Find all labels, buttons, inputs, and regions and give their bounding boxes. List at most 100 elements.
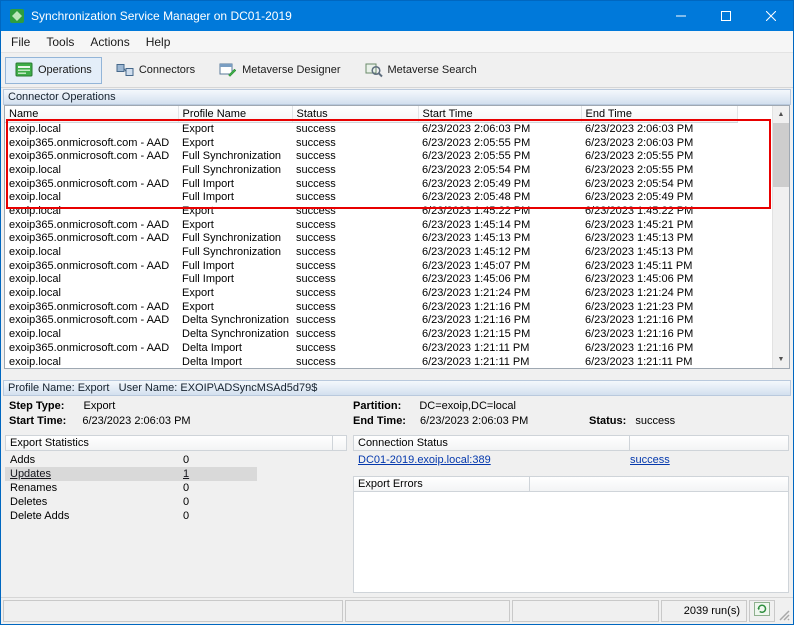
operation-row[interactable]: exoip.localExportsuccess6/23/2023 1:45:2… bbox=[5, 204, 737, 218]
start-time-value: 6/23/2023 2:06:03 PM bbox=[82, 415, 190, 427]
operations-icon bbox=[15, 62, 33, 78]
maximize-button[interactable] bbox=[703, 1, 748, 31]
operation-cell-start: 6/23/2023 1:45:13 PM bbox=[418, 232, 581, 246]
scroll-down-arrow-icon[interactable]: ▼ bbox=[773, 351, 789, 368]
stats-row: Adds0 bbox=[5, 453, 257, 467]
operation-cell-status: success bbox=[292, 204, 418, 218]
operation-cell-end: 6/23/2023 2:05:54 PM bbox=[581, 177, 737, 191]
column-header-start-time[interactable]: Start Time bbox=[418, 106, 581, 122]
status-refresh-button[interactable] bbox=[749, 600, 775, 622]
operation-cell-name: exoip365.onmicrosoft.com - AAD bbox=[5, 232, 178, 246]
operation-row[interactable]: exoip365.onmicrosoft.com - AADExportsucc… bbox=[5, 136, 737, 150]
operation-cell-name: exoip.local bbox=[5, 327, 178, 341]
splitter[interactable] bbox=[1, 369, 793, 379]
operation-cell-status: success bbox=[292, 341, 418, 355]
resize-grip[interactable] bbox=[777, 600, 791, 622]
connection-success-link[interactable]: success bbox=[630, 454, 670, 466]
connection-status-header-filler bbox=[630, 435, 789, 451]
menu-tools[interactable]: Tools bbox=[38, 32, 82, 52]
stats-value: 0 bbox=[183, 510, 257, 522]
status-label: Status: bbox=[589, 415, 626, 427]
operations-table: Name Profile Name Status Start Time End … bbox=[5, 106, 738, 368]
metaverse-search-label: Metaverse Search bbox=[388, 64, 477, 76]
stats-row[interactable]: Updates1 bbox=[5, 467, 257, 481]
operation-cell-end: 6/23/2023 1:45:13 PM bbox=[581, 232, 737, 246]
operation-cell-start: 6/23/2023 1:21:16 PM bbox=[418, 314, 581, 328]
operation-row[interactable]: exoip.localFull Importsuccess6/23/2023 1… bbox=[5, 273, 737, 287]
metaverse-designer-label: Metaverse Designer bbox=[242, 64, 340, 76]
operation-cell-end: 6/23/2023 2:05:55 PM bbox=[581, 149, 737, 163]
operation-cell-profile: Delta Synchronization bbox=[178, 327, 292, 341]
profile-details-caption: Profile Name: Export User Name: EXOIP\AD… bbox=[3, 380, 791, 396]
operation-row[interactable]: exoip365.onmicrosoft.com - AADExportsucc… bbox=[5, 300, 737, 314]
operation-cell-name: exoip.local bbox=[5, 245, 178, 259]
operation-cell-start: 6/23/2023 1:21:11 PM bbox=[418, 355, 581, 369]
operation-row[interactable]: exoip.localFull Importsuccess6/23/2023 2… bbox=[5, 190, 737, 204]
operation-row[interactable]: exoip.localFull Synchronizationsuccess6/… bbox=[5, 163, 737, 177]
column-header-status[interactable]: Status bbox=[292, 106, 418, 122]
export-statistics-header: Export Statistics bbox=[5, 435, 347, 451]
operation-cell-name: exoip.local bbox=[5, 204, 178, 218]
menu-actions[interactable]: Actions bbox=[82, 32, 137, 52]
operation-cell-name: exoip.local bbox=[5, 190, 178, 204]
start-time-label: Start Time: bbox=[9, 415, 66, 427]
scroll-up-arrow-icon[interactable]: ▲ bbox=[773, 106, 789, 123]
operation-cell-status: success bbox=[292, 355, 418, 369]
operation-row[interactable]: exoip365.onmicrosoft.com - AADExportsucc… bbox=[5, 218, 737, 232]
operation-cell-name: exoip.local bbox=[5, 163, 178, 177]
operation-details: Step Type: Export Start Time: 6/23/2023 … bbox=[1, 396, 793, 435]
metaverse-search-icon bbox=[365, 62, 383, 78]
close-button[interactable] bbox=[748, 1, 793, 31]
metaverse-designer-button[interactable]: Metaverse Designer bbox=[209, 57, 350, 84]
operation-cell-status: success bbox=[292, 314, 418, 328]
partition-value: DC=exoip,DC=local bbox=[419, 400, 516, 412]
operation-row[interactable]: exoip365.onmicrosoft.com - AADFull Synch… bbox=[5, 149, 737, 163]
operation-cell-end: 6/23/2023 2:06:03 PM bbox=[581, 122, 737, 136]
operation-row[interactable]: exoip.localFull Synchronizationsuccess6/… bbox=[5, 245, 737, 259]
operation-cell-profile: Delta Synchronization bbox=[178, 314, 292, 328]
metaverse-search-button[interactable]: Metaverse Search bbox=[355, 57, 487, 84]
vertical-scrollbar[interactable]: ▲ ▼ bbox=[772, 106, 789, 368]
menu-bar: File Tools Actions Help bbox=[1, 31, 793, 53]
connection-status-header-label[interactable]: Connection Status bbox=[353, 435, 630, 451]
operation-cell-profile: Full Import bbox=[178, 177, 292, 191]
sync-service-manager-window: Synchronization Service Manager on DC01-… bbox=[0, 0, 794, 625]
column-header-end-time[interactable]: End Time bbox=[581, 106, 737, 122]
operation-cell-name: exoip365.onmicrosoft.com - AAD bbox=[5, 136, 178, 150]
title-bar[interactable]: Synchronization Service Manager on DC01-… bbox=[1, 1, 793, 31]
operation-row[interactable]: exoip.localDelta Synchronizationsuccess6… bbox=[5, 327, 737, 341]
stats-value[interactable]: 1 bbox=[183, 468, 257, 480]
connection-server-link[interactable]: DC01-2019.exoip.local:389 bbox=[353, 454, 630, 466]
operation-row[interactable]: exoip365.onmicrosoft.com - AADFull Impor… bbox=[5, 177, 737, 191]
operation-cell-end: 6/23/2023 1:21:16 PM bbox=[581, 327, 737, 341]
menu-help[interactable]: Help bbox=[138, 32, 179, 52]
operation-cell-start: 6/23/2023 2:05:54 PM bbox=[418, 163, 581, 177]
operation-row[interactable]: exoip.localExportsuccess6/23/2023 1:21:2… bbox=[5, 286, 737, 300]
app-icon bbox=[9, 8, 25, 24]
operations-button[interactable]: Operations bbox=[5, 57, 102, 84]
minimize-button[interactable] bbox=[658, 1, 703, 31]
status-bar: 2039 run(s) bbox=[1, 597, 793, 624]
runs-count: 2039 run(s) bbox=[661, 600, 747, 622]
scrollbar-thumb[interactable] bbox=[773, 123, 789, 187]
operation-cell-status: success bbox=[292, 177, 418, 191]
column-header-profile-name[interactable]: Profile Name bbox=[178, 106, 292, 122]
export-statistics-header-label[interactable]: Export Statistics bbox=[5, 435, 333, 451]
operation-cell-end: 6/23/2023 2:05:55 PM bbox=[581, 163, 737, 177]
operation-cell-name: exoip365.onmicrosoft.com - AAD bbox=[5, 341, 178, 355]
details-panels: Export Statistics Adds0Updates1Renames0D… bbox=[1, 435, 793, 597]
operation-row[interactable]: exoip365.onmicrosoft.com - AADFull Synch… bbox=[5, 232, 737, 246]
operation-cell-status: success bbox=[292, 190, 418, 204]
operation-row[interactable]: exoip.localDelta Importsuccess6/23/2023 … bbox=[5, 355, 737, 369]
export-errors-header-label[interactable]: Export Errors bbox=[353, 476, 530, 492]
column-header-name[interactable]: Name bbox=[5, 106, 178, 122]
operation-row[interactable]: exoip365.onmicrosoft.com - AADDelta Impo… bbox=[5, 341, 737, 355]
operation-cell-status: success bbox=[292, 286, 418, 300]
menu-file[interactable]: File bbox=[3, 32, 38, 52]
stats-label[interactable]: Updates bbox=[5, 468, 183, 480]
operation-row[interactable]: exoip365.onmicrosoft.com - AADFull Impor… bbox=[5, 259, 737, 273]
connectors-button[interactable]: Connectors bbox=[106, 57, 205, 84]
status-segment-2 bbox=[345, 600, 510, 622]
operation-row[interactable]: exoip.localExportsuccess6/23/2023 2:06:0… bbox=[5, 122, 737, 136]
operation-row[interactable]: exoip365.onmicrosoft.com - AADDelta Sync… bbox=[5, 314, 737, 328]
